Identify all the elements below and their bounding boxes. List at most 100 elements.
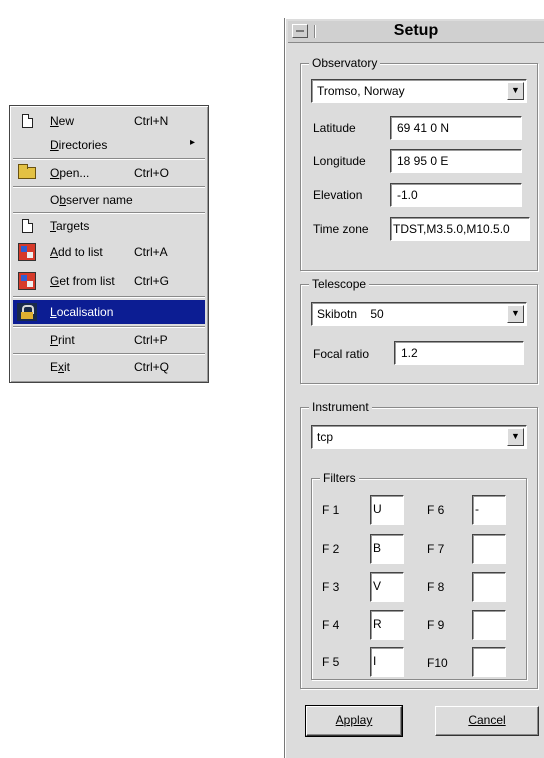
dropdown-arrow-icon[interactable]: ▼ [507,305,524,323]
timezone-label: Time zone [313,222,369,236]
menu-item-exit-label: Exit [50,360,71,374]
menu-item-get-from-list-shortcut: Ctrl+G [134,274,170,288]
mnemonic-letter: P [50,333,59,347]
filter-label-f7: F 7 [427,542,445,556]
menu-item-observer-name-label: Observer name [50,193,133,207]
instrument-select[interactable]: tcp ▼ [311,425,527,449]
menu-item-print-label: Print [50,333,75,347]
submenu-arrow-icon: ▸ [189,137,195,148]
menu-item-targets[interactable]: Targets [13,214,205,238]
menu-separator [13,158,205,160]
menu-item-directories-label: Directories [50,138,108,152]
menu-item-new-label: New [50,114,75,128]
mnemonic-letter: x [58,360,65,374]
timezone-field[interactable]: TDST,M3.5.0,M10.5.0 [390,217,530,241]
filter-field-f2[interactable]: B [370,534,404,564]
filter-label-f1: F 1 [322,503,340,517]
observatory-group-title: Observatory [309,56,381,70]
filter-label-f4: F 4 [322,618,340,632]
cancel-button[interactable]: Cancel [435,706,539,736]
filter-field-f3[interactable]: V [370,572,404,602]
latitude-label: Latitude [313,121,356,135]
menu-item-add-to-list-label: Add to list [50,245,103,259]
filter-label-f2: F 2 [322,542,340,556]
cancel-button-label: Cancel [468,713,506,727]
menu-item-open-label: Open... [50,166,90,180]
grid-get-icon [17,272,37,290]
filter-label-f8: F 8 [427,580,445,594]
menu-item-exit-shortcut: Ctrl+Q [134,360,170,374]
latitude-field[interactable]: 69 41 0 N [390,116,522,140]
mnemonic-letter: T [50,219,56,233]
grid-add-icon [17,243,37,261]
instrument-group-title: Instrument [309,400,372,414]
setup-window: Setup Observatory Tromso, Norway ▼ Latit… [284,18,544,758]
filter-label-f10: F10 [427,656,448,670]
telescope-group: Telescope Skibotn 50 ▼ Focal ratio 1.2 [300,277,538,384]
file-menu: New Ctrl+N Directories ▸ Open... Ctrl+O … [9,105,209,383]
filter-field-f10[interactable] [472,647,506,677]
mnemonic-letter: G [50,274,60,288]
elevation-label: Elevation [313,188,363,202]
instrument-select-value: tcp [317,430,334,444]
filter-field-f6[interactable]: - [472,495,506,525]
apply-button[interactable]: Applay [305,705,403,737]
apply-button-label: Applay [335,713,373,727]
filters-group: Filters F 1 U F 6 - F 2 B F 7 F 3 V F 8 … [311,471,527,680]
focal-ratio-field[interactable]: 1.2 [394,341,524,365]
focal-ratio-label: Focal ratio [313,347,370,361]
menu-item-open[interactable]: Open... Ctrl+O [13,161,205,185]
filters-group-title: Filters [320,471,359,485]
telescope-select-value: Skibotn 50 [317,307,384,321]
document-icon [17,217,37,235]
menu-item-get-from-list-label: Get from list [50,274,115,288]
document-icon [17,112,37,130]
lock-icon [17,303,37,321]
menu-item-get-from-list[interactable]: Get from list Ctrl+G [13,269,205,293]
menu-item-add-to-list[interactable]: Add to list Ctrl+A [13,240,205,264]
filter-label-f9: F 9 [427,618,445,632]
menu-item-add-to-list-shortcut: Ctrl+A [134,245,168,259]
menu-item-new[interactable]: New Ctrl+N [13,109,205,133]
mnemonic-letter: O [50,166,60,180]
filter-label-f6: F 6 [427,503,445,517]
observatory-group: Observatory Tromso, Norway ▼ Latitude 69… [300,56,538,271]
mnemonic-letter: b [59,193,67,207]
filter-label-f5: F 5 [322,655,340,669]
filter-field-f8[interactable] [472,572,506,602]
title-bar[interactable]: Setup [288,21,544,43]
filter-field-f4[interactable]: R [370,610,404,640]
dropdown-arrow-icon[interactable]: ▼ [507,428,524,446]
mnemonic-letter: N [50,114,59,128]
dropdown-arrow-icon[interactable]: ▼ [507,82,524,100]
menu-item-localisation-label: Localisation [50,305,114,319]
menu-item-localisation[interactable]: Localisation [13,300,205,324]
observatory-select[interactable]: Tromso, Norway ▼ [311,79,527,103]
telescope-select[interactable]: Skibotn 50 ▼ [311,302,527,326]
mnemonic-letter: D [50,138,59,152]
filter-label-f3: F 3 [322,580,340,594]
filter-field-f1[interactable]: U [370,495,404,525]
menu-item-directories[interactable]: Directories ▸ [13,133,205,157]
menu-item-new-shortcut: Ctrl+N [134,114,169,128]
menu-separator [13,296,205,298]
longitude-label: Longitude [313,154,366,168]
instrument-group: Instrument tcp ▼ Filters F 1 U F 6 - F 2… [300,400,538,689]
menu-item-print-shortcut: Ctrl+P [134,333,168,347]
filter-field-f9[interactable] [472,610,506,640]
filter-field-f5[interactable]: I [370,647,404,677]
window-title: Setup [393,22,439,39]
folder-open-icon [17,164,37,182]
telescope-group-title: Telescope [309,277,370,291]
observatory-select-value: Tromso, Norway [317,84,405,98]
elevation-field[interactable]: -1.0 [390,183,522,207]
menu-item-open-shortcut: Ctrl+O [134,166,170,180]
menu-item-targets-label: Targets [50,219,90,233]
menu-item-exit[interactable]: Exit Ctrl+Q [13,355,205,379]
filter-field-f7[interactable] [472,534,506,564]
longitude-field[interactable]: 18 95 0 E [390,149,522,173]
menu-item-observer-name[interactable]: Observer name [13,188,205,212]
mnemonic-letter: A [50,245,59,259]
menu-item-print[interactable]: Print Ctrl+P [13,328,205,352]
mnemonic-letter: L [50,305,57,319]
